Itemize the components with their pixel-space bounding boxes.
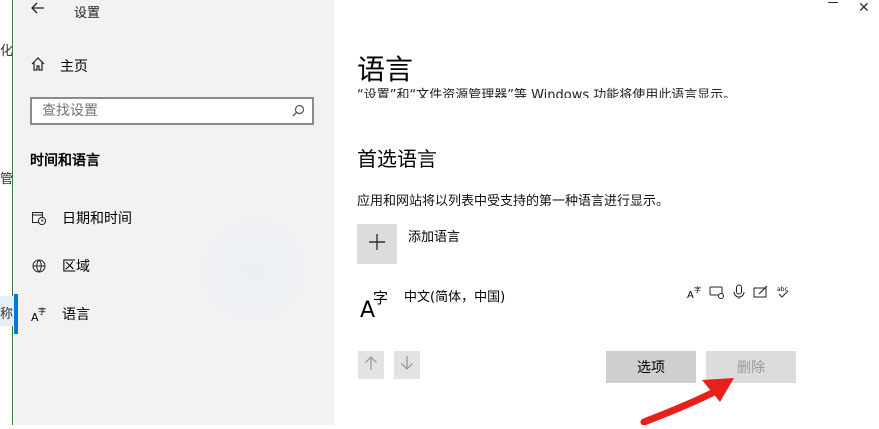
svg-text:字: 字 [694,285,701,294]
preferred-languages-description: 应用和网站将以列表中受支持的第一种语言进行显示。 [357,194,670,209]
background-text-fragment: 称 [0,307,14,322]
add-language-button[interactable] [357,224,397,264]
language-icon: A字 [30,306,48,322]
sidebar-item-label: 语言 [62,307,90,323]
partial-description: “设置”和“文件资源管理器”等 Windows 功能将使用此语言显示。 [357,88,737,98]
page-title: 语言 [357,53,414,86]
search-icon[interactable] [290,103,306,123]
arrow-down-icon [400,355,414,375]
sidebar-item-label: 主页 [60,59,88,75]
background-text-fragment: 化 [0,44,14,59]
language-item-name[interactable]: 中文(简体，中国) [404,286,505,305]
sidebar-item-label: 日期和时间 [62,211,132,227]
annotation-arrow [640,372,740,429]
display-language-icon: A字 [687,284,703,300]
plus-icon [368,233,386,255]
sidebar-item-date-time[interactable]: 日期和时间 [14,198,334,238]
add-language-label[interactable]: 添加语言 [408,226,460,245]
handwriting-icon [753,284,769,300]
minimize-button[interactable] [828,2,838,3]
back-arrow-icon[interactable] [30,0,46,20]
sidebar-item-home[interactable]: 主页 [30,56,88,76]
spellcheck-icon: abc [775,284,791,300]
sidebar-section-title: 时间和语言 [30,153,100,169]
home-icon [30,56,46,76]
background-window-border [12,0,13,425]
move-up-button[interactable] [358,351,384,379]
search-box[interactable] [30,97,314,125]
close-icon[interactable]: ✕ [858,0,870,16]
text-to-speech-icon [709,284,725,300]
background-text-fragment: 管 [0,172,14,187]
language-item-icon: A字 [360,287,392,323]
move-down-button[interactable] [394,351,420,379]
sidebar-item-language[interactable]: A字 语言 [14,294,334,334]
speech-icon [731,284,747,300]
svg-text:abc: abc [777,286,788,293]
svg-text:A: A [687,290,694,300]
arrow-up-icon [364,355,378,375]
svg-text:字: 字 [373,289,388,307]
svg-text:字: 字 [38,306,46,316]
globe-icon [30,258,48,274]
language-features: A字 abc [687,284,791,300]
sidebar-item-label: 区域 [62,259,90,275]
calendar-clock-icon [30,210,48,226]
preferred-languages-heading: 首选语言 [357,147,437,171]
search-input[interactable] [32,99,282,123]
sidebar-item-region[interactable]: 区域 [14,246,334,286]
window-title: 设置 [74,6,101,21]
